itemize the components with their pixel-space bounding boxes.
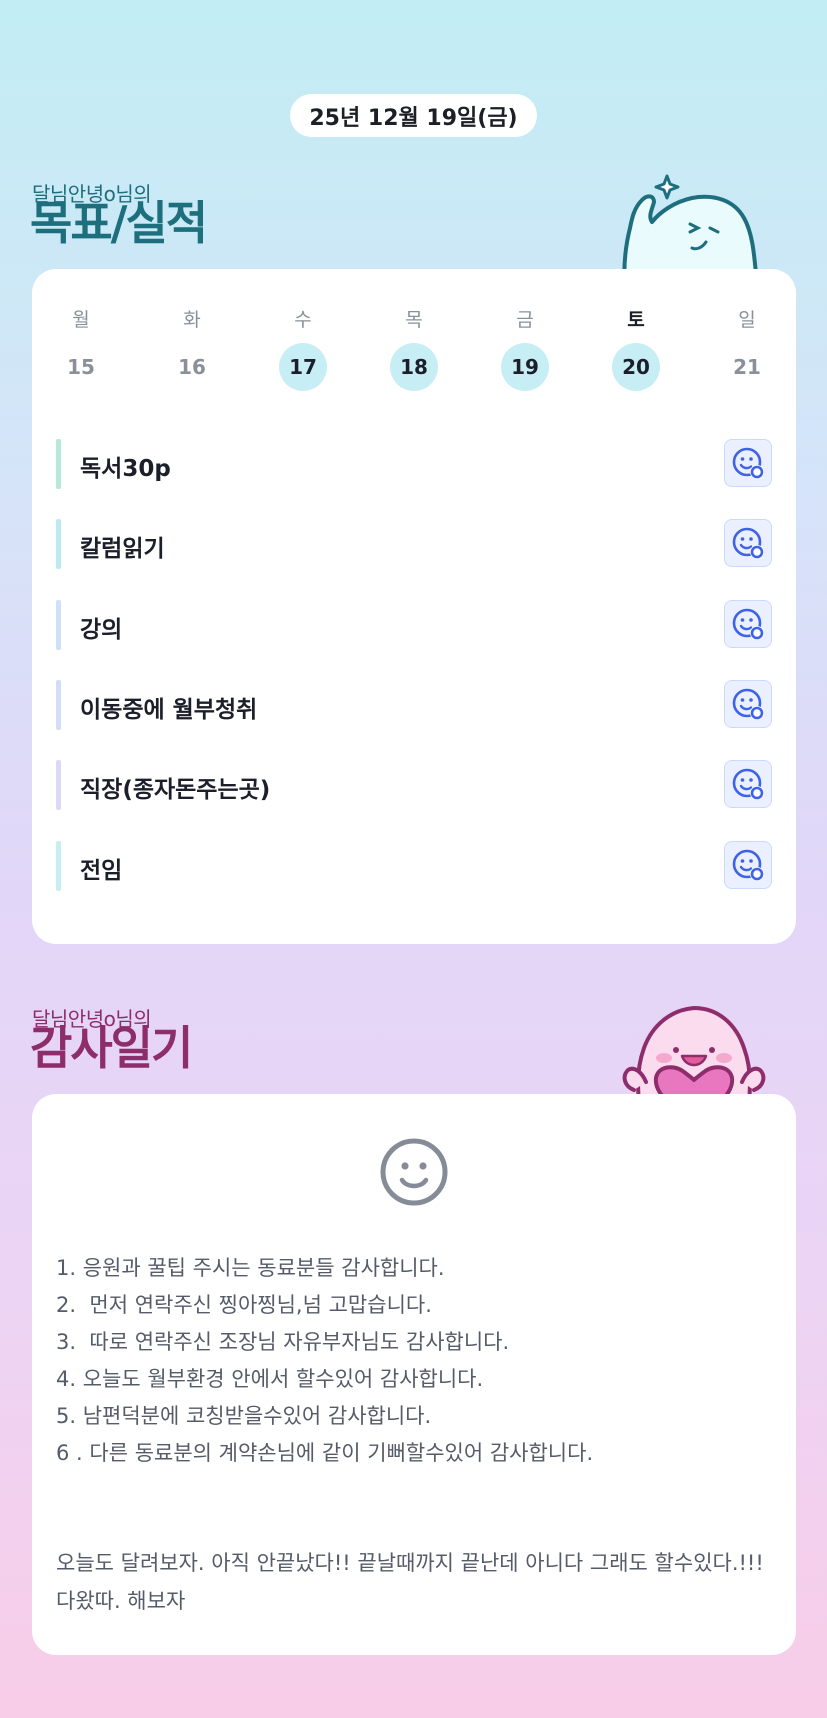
- goal-check-button[interactable]: [724, 841, 772, 889]
- smile-add-icon: [732, 608, 764, 640]
- goal-check-button[interactable]: [724, 519, 772, 567]
- day-number: 21: [733, 355, 761, 379]
- day-number: 15: [67, 355, 95, 379]
- goal-label: 독서30p: [80, 456, 171, 482]
- goal-label: 직장(종자돈주는곳): [80, 777, 271, 803]
- smile-add-icon: [732, 768, 764, 800]
- day-number: 16: [178, 355, 206, 379]
- goal-bar: [56, 600, 61, 650]
- gratitude-list: 1. 응원과 꿀팁 주시는 동료분들 감사합니다. 2. 먼저 연락주신 찡아찡…: [56, 1250, 776, 1472]
- goal-bar: [56, 841, 61, 891]
- gratitude-closing-text: 오늘도 달려보자. 아직 안끝났다!! 끝날때까지 끝난데 아니다 그래도 할수…: [56, 1551, 764, 1613]
- smile-face-icon[interactable]: [380, 1138, 448, 1206]
- gratitude-title: 감사일기: [30, 1021, 193, 1075]
- goal-item[interactable]: 직장(종자돈주는곳): [56, 760, 772, 810]
- goal-item[interactable]: 독서30p: [56, 439, 772, 489]
- goals-card: 월 15 화 16 수 17 목 18 금 19 토 20 일 21 독서30p: [32, 269, 796, 944]
- day-name: 금: [516, 309, 534, 331]
- goal-bar: [56, 439, 61, 489]
- goal-label: 강의: [80, 617, 123, 643]
- gratitude-line: 5. 남편덕분에 코칭받을수있어 감사합니다.: [56, 1404, 432, 1428]
- goal-item[interactable]: 강의: [56, 600, 772, 650]
- goal-check-button[interactable]: [724, 600, 772, 648]
- day-number: 20: [612, 343, 660, 391]
- gratitude-line: 1. 응원과 꿀팁 주시는 동료분들 감사합니다.: [56, 1256, 445, 1280]
- goal-item[interactable]: 전임: [56, 841, 772, 891]
- goal-label: 이동중에 월부청취: [80, 697, 258, 723]
- goal-bar: [56, 519, 61, 569]
- day-number: 19: [501, 343, 549, 391]
- smile-add-icon: [732, 688, 764, 720]
- goal-bar: [56, 680, 61, 730]
- gratitude-line: 6 . 다른 동료분의 계약손님에 같이 기뻐할수있어 감사합니다.: [56, 1441, 594, 1465]
- day-name: 수: [294, 309, 312, 331]
- goal-check-button[interactable]: [724, 760, 772, 808]
- day-name: 월: [72, 309, 90, 331]
- date-pill[interactable]: 25년 12월 19일(금): [290, 94, 537, 137]
- day-name: 화: [183, 309, 201, 331]
- goal-check-button[interactable]: [724, 680, 772, 728]
- gratitude-card: 1. 응원과 꿀팁 주시는 동료분들 감사합니다. 2. 먼저 연락주신 찡아찡…: [32, 1094, 796, 1655]
- gratitude-line: 4. 오늘도 월부환경 안에서 할수있어 감사합니다.: [56, 1367, 484, 1391]
- smile-add-icon: [732, 527, 764, 559]
- goal-item[interactable]: 이동중에 월부청취: [56, 680, 772, 730]
- week-strip: 월 15 화 16 수 17 목 18 금 19 토 20 일 21: [32, 305, 796, 391]
- day-name: 일: [738, 309, 756, 331]
- day-number: 17: [279, 343, 327, 391]
- smile-add-icon: [732, 849, 764, 881]
- day-name: 목: [405, 309, 423, 331]
- day-number: 18: [390, 343, 438, 391]
- goal-label: 칼럼읽기: [80, 536, 165, 562]
- goal-bar: [56, 760, 61, 810]
- goal-label: 전임: [80, 858, 123, 884]
- gratitude-line: 3. 따로 연락주신 조장님 자유부자님도 감사합니다.: [56, 1330, 510, 1354]
- goal-check-button[interactable]: [724, 439, 772, 487]
- gratitude-line: 2. 먼저 연락주신 찡아찡님,넘 고맙습니다.: [56, 1293, 432, 1317]
- day-name: 토: [627, 309, 645, 331]
- goal-item[interactable]: 칼럼읽기: [56, 519, 772, 569]
- goals-title: 목표/실적: [30, 196, 208, 250]
- smile-add-icon: [732, 447, 764, 479]
